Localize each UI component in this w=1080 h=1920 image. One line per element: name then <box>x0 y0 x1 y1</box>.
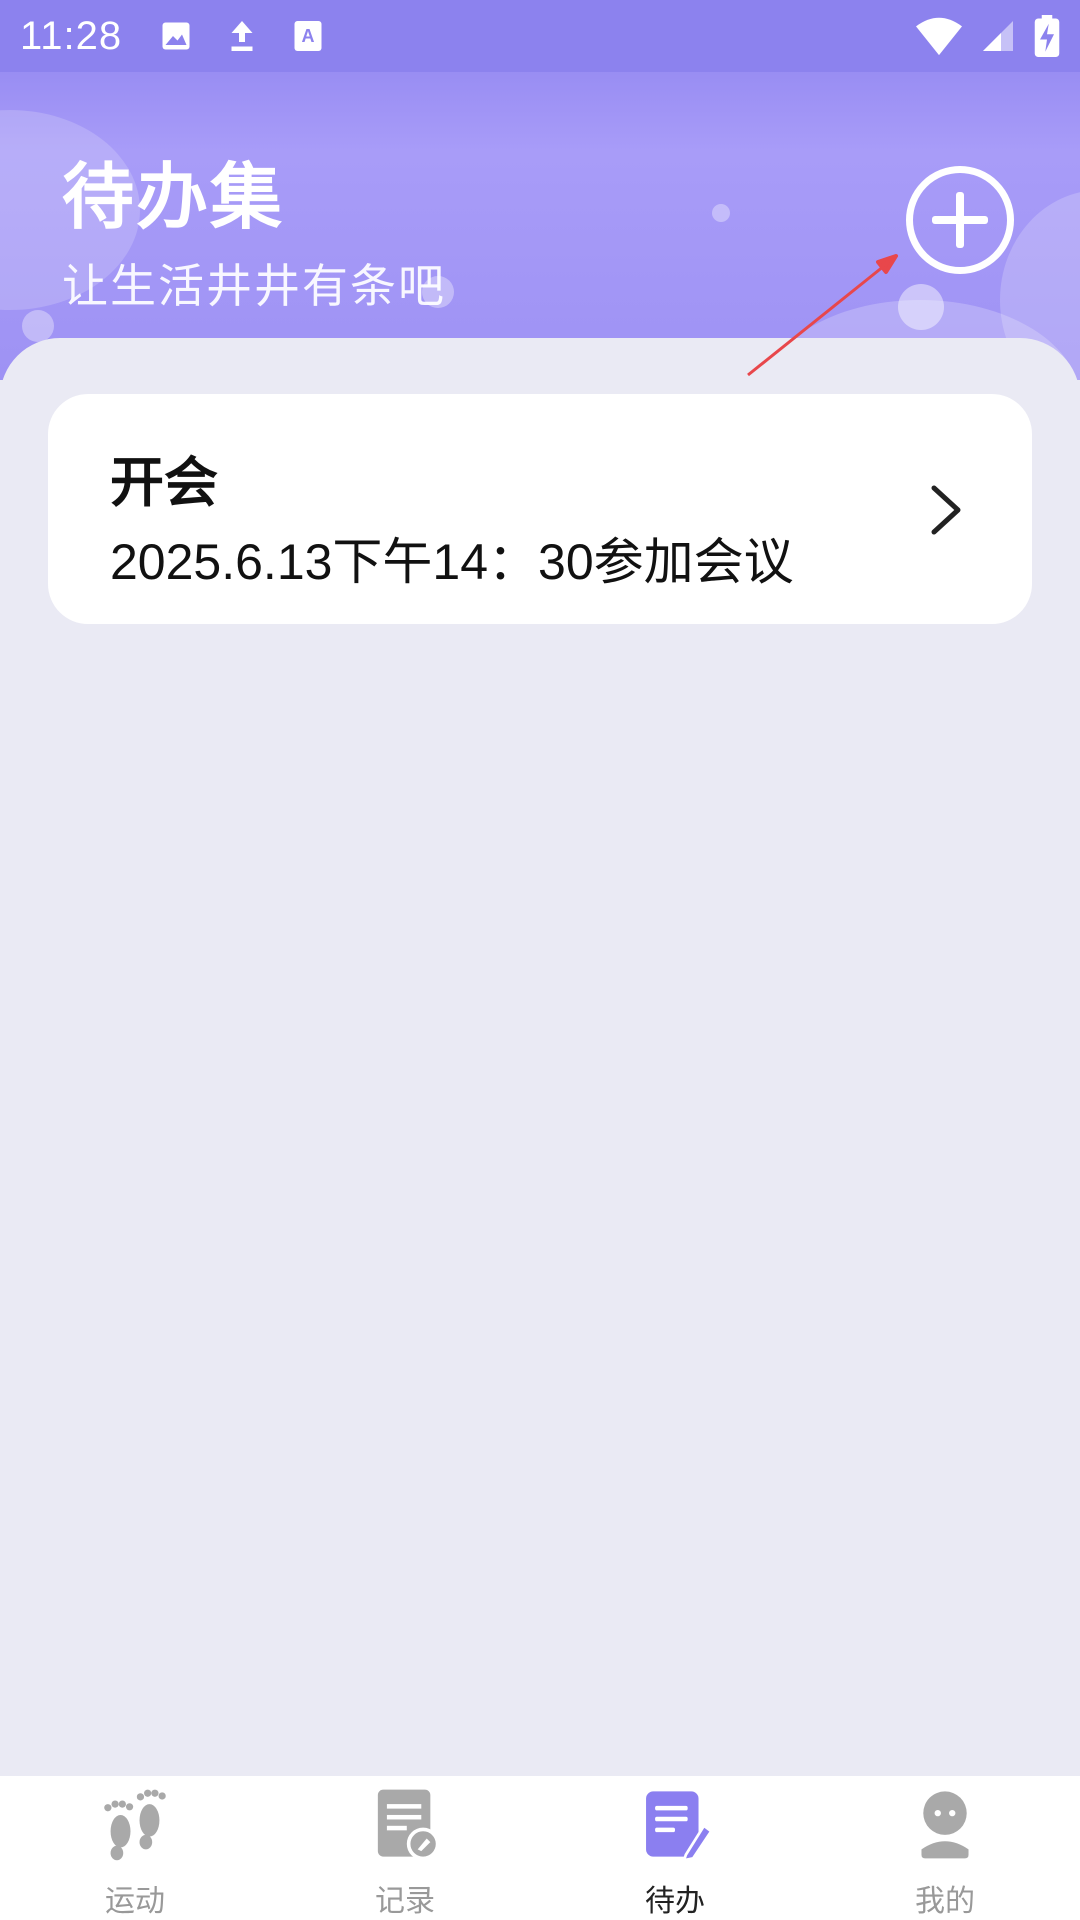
bottom-nav: 运动 记录 待办 我的 <box>0 1776 1080 1920</box>
svg-text:A: A <box>302 26 315 46</box>
nav-label-sport: 运动 <box>105 1884 165 1919</box>
battery-charging-icon <box>1034 15 1060 57</box>
nav-item-record[interactable]: 记录 <box>270 1776 540 1920</box>
todo-title: 开会 <box>110 451 218 514</box>
image-icon <box>162 22 190 50</box>
plus-icon <box>932 192 988 248</box>
chevron-right-icon <box>931 485 961 535</box>
nav-label-todo: 待办 <box>645 1884 705 1919</box>
todo-edit-icon <box>646 1791 714 1862</box>
nav-label-mine: 我的 <box>915 1884 975 1919</box>
todo-card[interactable]: 开会 2025.6.13下午14：30参加会议 <box>48 394 1032 624</box>
nav-label-record: 记录 <box>375 1884 435 1919</box>
todo-description: 2025.6.13下午14：30参加会议 <box>110 534 794 590</box>
status-time: 11:28 <box>20 13 123 58</box>
profile-icon <box>921 1791 969 1859</box>
text-icon: A <box>294 21 322 51</box>
note-pin-icon <box>377 1789 440 1861</box>
wifi-icon <box>916 17 962 56</box>
page-title: 待办集 <box>62 155 285 239</box>
footprints-icon <box>104 1789 166 1861</box>
page-subtitle: 让生活井井有条吧 <box>62 259 446 313</box>
add-todo-button[interactable] <box>906 166 1014 274</box>
nav-item-sport[interactable]: 运动 <box>0 1776 270 1920</box>
upload-icon <box>231 21 253 51</box>
status-bar: 11:28 A <box>0 0 1080 72</box>
signal-icon <box>983 21 1013 51</box>
nav-item-todo[interactable]: 待办 <box>540 1776 810 1920</box>
nav-item-mine[interactable]: 我的 <box>810 1776 1080 1920</box>
